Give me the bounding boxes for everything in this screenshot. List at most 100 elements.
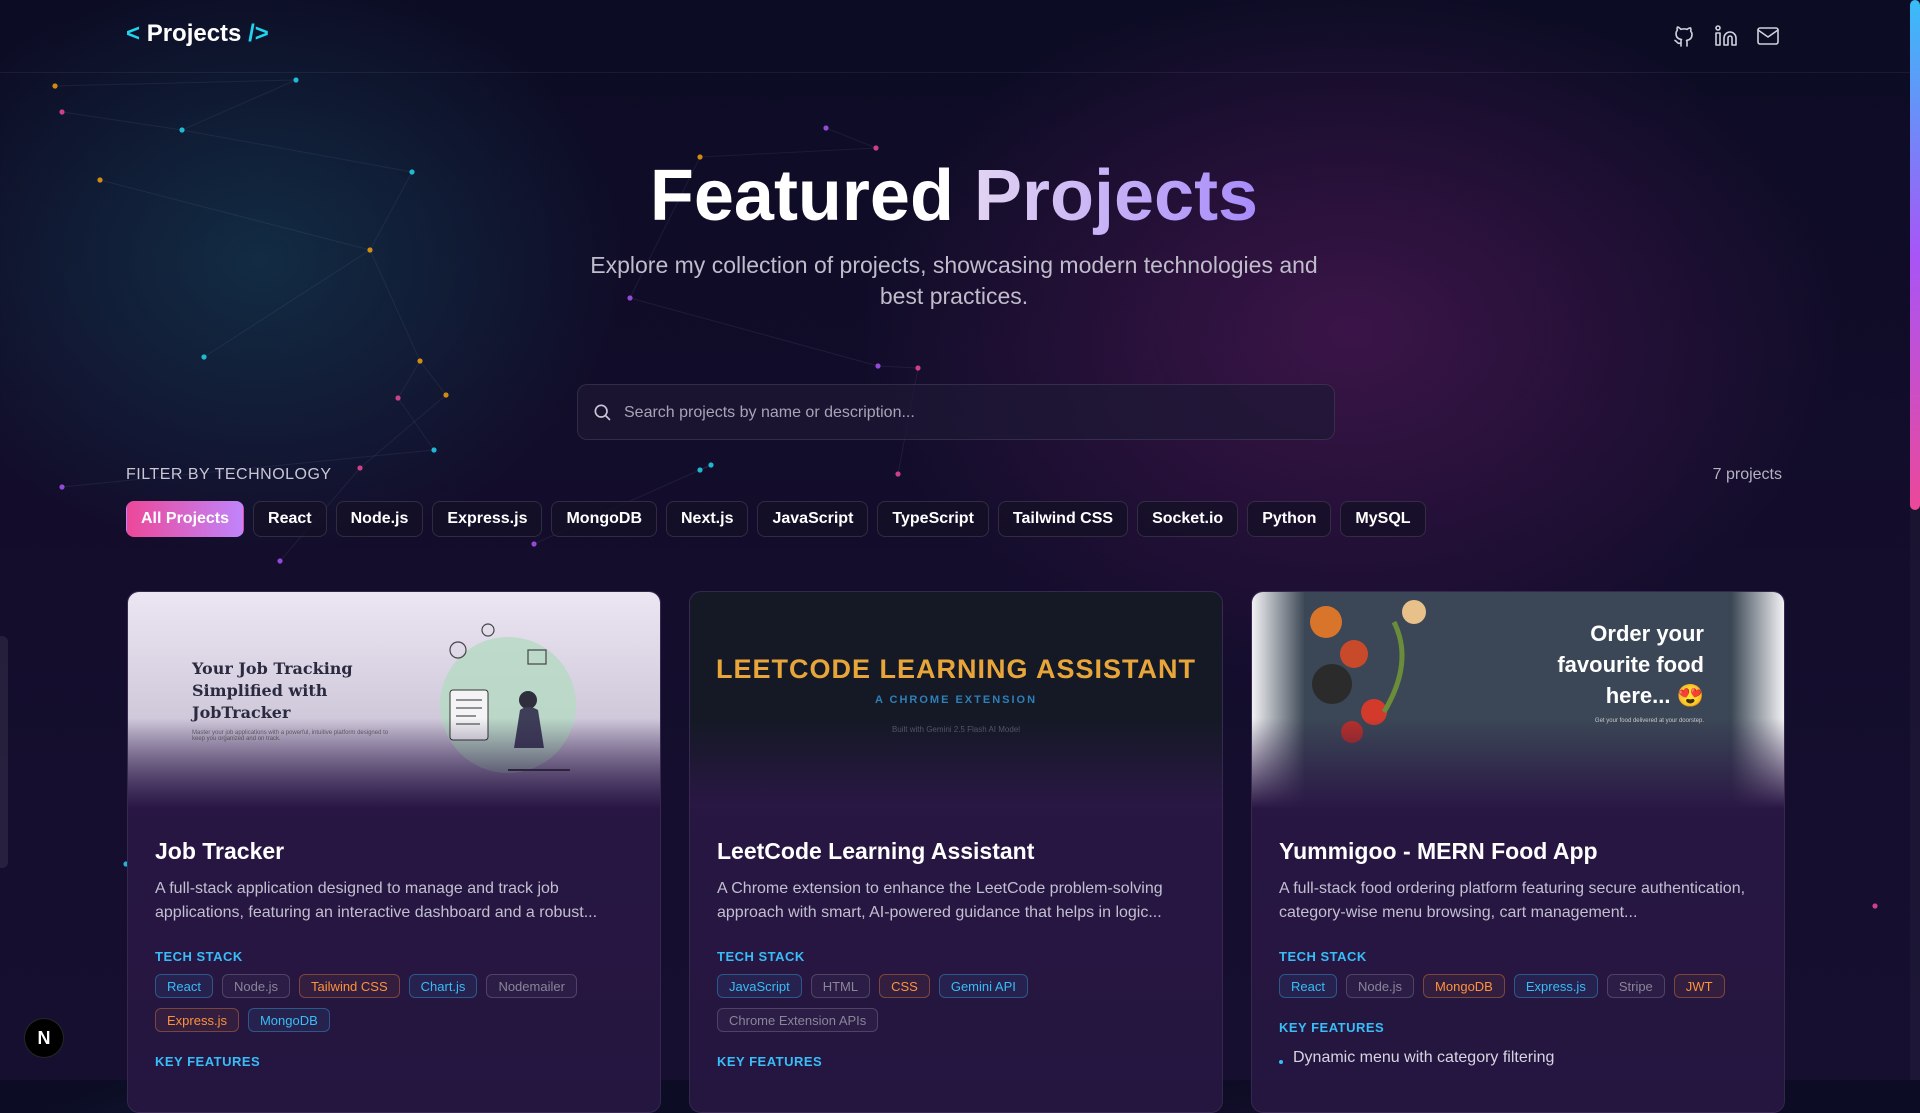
network-particle <box>697 467 703 473</box>
search-bar <box>577 384 1335 441</box>
project-thumbnail: Your Job Tracking Simplified with JobTra… <box>128 592 660 808</box>
filter-chip-expressjs[interactable]: Express.js <box>432 501 543 537</box>
network-line <box>369 249 421 362</box>
brand-close-bracket: /> <box>248 20 269 47</box>
tech-tag: Chrome Extension APIs <box>717 1008 879 1032</box>
tech-stack-tags: JavaScript HTML CSS Gemini API Chrome Ex… <box>717 974 1198 1032</box>
network-particle <box>823 125 829 131</box>
tech-stack-tags: React Node.js Tailwind CSS Chart.js Node… <box>155 974 636 1032</box>
card-body: Job Tracker A full-stack application des… <box>155 838 636 1069</box>
network-line <box>203 249 371 358</box>
network-particle <box>708 462 714 468</box>
project-count: 7 projects <box>1712 466 1782 483</box>
key-features-label: KEY FEATURES <box>155 1054 261 1069</box>
card-body: Yummigoo - MERN Food App A full-stack fo… <box>1279 838 1760 1067</box>
filter-chip-javascript[interactable]: JavaScript <box>757 501 869 537</box>
tech-tag: Chart.js <box>408 974 478 998</box>
network-particle <box>357 465 363 471</box>
network-particle <box>873 145 879 151</box>
filter-chip-react[interactable]: React <box>253 501 327 537</box>
page-subtitle: Explore my collection of projects, showc… <box>590 252 1318 309</box>
tech-tag: CSS <box>879 974 930 998</box>
tech-stack-tags: React Node.js MongoDB Express.js Stripe … <box>1279 974 1760 998</box>
network-particle <box>1872 903 1878 909</box>
network-particle <box>367 247 373 253</box>
filter-label: FILTER BY TECHNOLOGY <box>126 466 332 483</box>
filter-chip-mysql[interactable]: MySQL <box>1340 501 1426 537</box>
linkedin-icon[interactable] <box>1714 24 1738 48</box>
project-cards-grid: Your Job Tracking Simplified with JobTra… <box>127 591 1785 1113</box>
side-drawer-handle[interactable] <box>0 636 8 868</box>
technology-filter-chips: All Projects React Node.js Express.js Mo… <box>126 501 1426 537</box>
filter-chip-mongodb[interactable]: MongoDB <box>551 501 657 537</box>
network-particle <box>179 127 185 133</box>
thumbnail-headline: LEETCODE LEARNING ASSISTANT <box>715 654 1196 684</box>
scrollbar-thumb[interactable] <box>1910 0 1920 510</box>
tech-tag: Gemini API <box>938 974 1028 998</box>
key-features-label: KEY FEATURES <box>717 1054 823 1069</box>
social-links <box>1672 24 1780 48</box>
filter-chip-typescript[interactable]: TypeScript <box>877 501 989 537</box>
filter-chip-all-projects[interactable]: All Projects <box>126 501 245 537</box>
project-card-leetcode-assistant[interactable]: LEETCODE LEARNING ASSISTANT A CHROME EXT… <box>689 591 1223 1113</box>
key-features-label: KEY FEATURES <box>1279 1020 1385 1035</box>
network-particle <box>417 358 423 364</box>
github-icon[interactable] <box>1672 24 1696 48</box>
tech-tag: Tailwind CSS <box>299 974 400 998</box>
thumbnail-headline: Order your favourite food here... 😍 <box>1557 621 1704 708</box>
network-line <box>397 397 435 451</box>
job-tracker-illustration <box>440 623 576 773</box>
filter-chip-nextjs[interactable]: Next.js <box>666 501 749 537</box>
title-word-projects: Projects <box>973 156 1259 236</box>
project-title[interactable]: Job Tracker <box>155 838 636 865</box>
thumbnail-subtext: Get your food delivered at your doorstep… <box>1594 718 1704 724</box>
tech-tag: MongoDB <box>247 1008 330 1032</box>
tech-tag: JWT <box>1673 974 1725 998</box>
project-card-yummigoo[interactable]: Order your favourite food here... 😍 Get … <box>1251 591 1785 1113</box>
tech-tag: Nodemailer <box>486 974 577 998</box>
project-description: A full-stack application designed to man… <box>155 880 598 921</box>
search-icon <box>592 402 612 422</box>
network-line <box>825 127 877 149</box>
network-line <box>54 79 297 87</box>
tech-stack-label: TECH STACK <box>1279 949 1367 964</box>
brand-logo[interactable]: < Projects /> <box>126 20 269 48</box>
project-description: A Chrome extension to enhance the LeetCo… <box>717 880 1163 921</box>
tech-tag: Express.js <box>155 1008 239 1032</box>
filter-chip-socketio[interactable]: Socket.io <box>1137 501 1239 537</box>
filter-chip-tailwind-css[interactable]: Tailwind CSS <box>997 501 1129 537</box>
project-card-job-tracker[interactable]: Your Job Tracking Simplified with JobTra… <box>127 591 661 1113</box>
brand-text: Projects <box>146 20 242 47</box>
network-line <box>181 79 297 131</box>
thumbnail-subtext: Master your job applications with a powe… <box>192 730 389 742</box>
thumbnail-footnote: Built with Gemini 2.5 Flash AI Model <box>891 725 1021 734</box>
search-input[interactable] <box>622 385 1326 441</box>
network-particle <box>895 471 901 477</box>
filter-chip-nodejs[interactable]: Node.js <box>335 501 424 537</box>
network-particle <box>431 447 437 453</box>
tech-tag: React <box>1279 974 1337 998</box>
network-line <box>419 360 447 396</box>
filter-chip-python[interactable]: Python <box>1247 501 1332 537</box>
network-particle <box>277 558 283 564</box>
mail-icon[interactable] <box>1756 24 1780 48</box>
project-thumbnail: Order your favourite food here... 😍 Get … <box>1252 592 1784 808</box>
project-title[interactable]: Yummigoo - MERN Food App <box>1279 838 1760 865</box>
network-line <box>397 360 421 399</box>
thumbnail-headline: Your Job Tracking Simplified with JobTra… <box>192 659 353 722</box>
tech-tag: React <box>155 974 213 998</box>
network-particle <box>201 354 207 360</box>
network-particle <box>293 77 299 83</box>
card-body: LeetCode Learning Assistant A Chrome ext… <box>717 838 1198 1069</box>
project-description: A full-stack food ordering platform feat… <box>1279 880 1746 921</box>
tech-tag: Node.js <box>1345 974 1415 998</box>
network-line <box>61 111 183 131</box>
project-title[interactable]: LeetCode Learning Assistant <box>717 838 1198 865</box>
tech-tag: Express.js <box>1513 974 1598 998</box>
network-particle <box>395 395 401 401</box>
network-particle <box>59 109 65 115</box>
network-particle <box>915 365 921 371</box>
nextjs-dev-badge[interactable]: N <box>24 1018 64 1058</box>
food-illustration <box>1310 600 1426 743</box>
tech-tag: JavaScript <box>717 974 802 998</box>
